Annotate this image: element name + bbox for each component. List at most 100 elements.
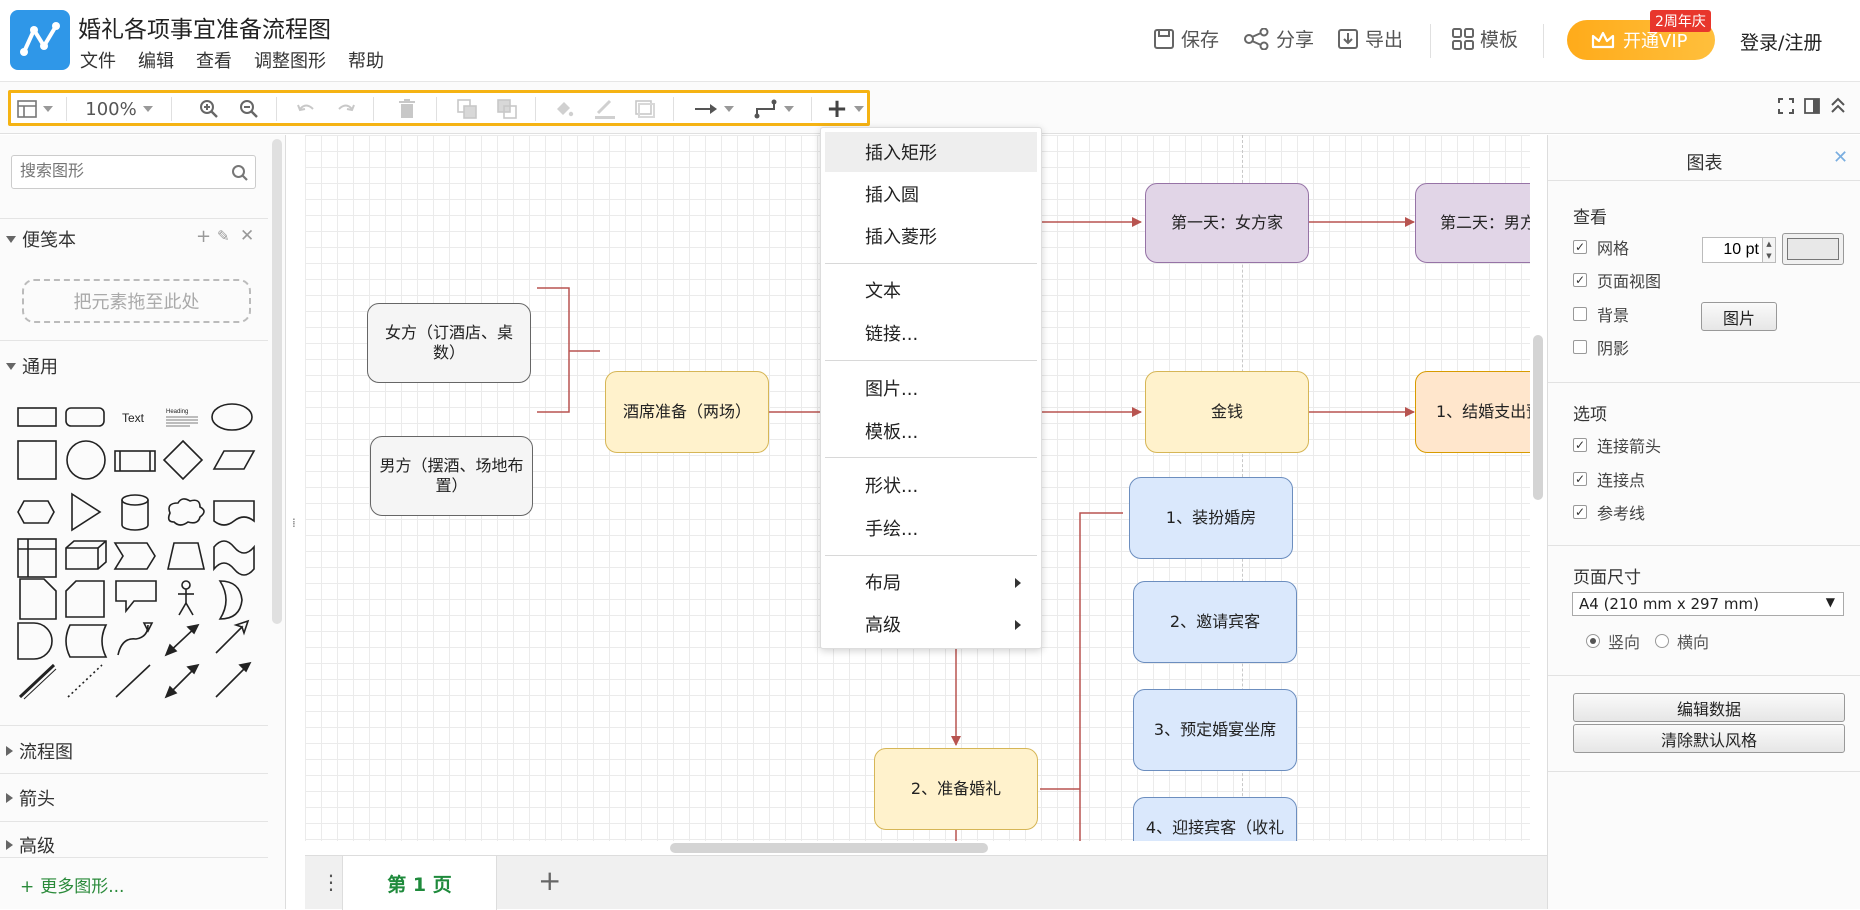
- template-button[interactable]: 模板: [1452, 25, 1518, 52]
- app-logo[interactable]: [10, 10, 70, 70]
- connection-style-button[interactable]: [689, 97, 739, 121]
- page-view-checkbox[interactable]: ✓ 页面视图: [1573, 268, 1661, 292]
- shadow-checkbox[interactable]: 阴影: [1573, 335, 1629, 359]
- node-bride-family-day[interactable]: 第一天：女方家: [1145, 183, 1309, 263]
- export-label: 导出: [1365, 29, 1404, 51]
- undo-button[interactable]: [294, 97, 318, 121]
- connect-arrows-checkbox[interactable]: ✓ 连接箭头: [1573, 433, 1661, 457]
- portrait-radio[interactable]: 竖向: [1586, 629, 1640, 653]
- grid-color-swatch[interactable]: [1782, 233, 1844, 265]
- node-banquet[interactable]: 酒席准备（两场）: [605, 371, 769, 453]
- node-invite[interactable]: 2、邀请宾客: [1133, 581, 1297, 663]
- left-panel-scrollbar[interactable]: [272, 139, 282, 624]
- close-icon[interactable]: ✕: [1833, 147, 1848, 168]
- node-groom-family-day[interactable]: 第二天：男方: [1415, 183, 1530, 263]
- add-icon[interactable]: +: [196, 226, 211, 247]
- line-color-button[interactable]: [593, 97, 617, 121]
- node-expense[interactable]: 1、结婚支出预: [1415, 371, 1530, 453]
- grid-size-stepper[interactable]: ▲ ▼: [1762, 237, 1776, 263]
- export-button[interactable]: 导出: [1337, 25, 1403, 52]
- node-money[interactable]: 金钱: [1145, 371, 1309, 453]
- panel-resize-handle[interactable]: ⁞: [292, 516, 296, 530]
- menu-view[interactable]: 查看: [196, 47, 232, 73]
- share-button[interactable]: 分享: [1244, 25, 1314, 52]
- node-prepare-wedding[interactable]: 2、准备婚礼: [874, 748, 1038, 830]
- menu-item-insert-circle[interactable]: 插入圆: [825, 174, 1037, 214]
- menu-file[interactable]: 文件: [80, 47, 116, 73]
- menu-arrange[interactable]: 调整图形: [254, 47, 326, 73]
- zoom-select[interactable]: 100%: [79, 97, 159, 121]
- tab-page-1[interactable]: 第 1 页: [342, 856, 497, 910]
- zoom-out-button[interactable]: [237, 97, 261, 121]
- grid-size-input[interactable]: [1702, 237, 1766, 263]
- to-front-button[interactable]: [455, 97, 479, 121]
- login-register-link[interactable]: 登录/注册: [1740, 28, 1822, 55]
- format-panel-toggle[interactable]: [1804, 98, 1820, 118]
- clear-default-style-button[interactable]: 清除默认风格: [1573, 724, 1845, 753]
- canvas-vertical-scrollbar[interactable]: [1533, 335, 1543, 500]
- menu-item-insert-diamond[interactable]: 插入菱形: [825, 216, 1037, 256]
- fullscreen-button[interactable]: [1778, 98, 1794, 118]
- connection-points-checkbox[interactable]: ✓ 连接点: [1573, 467, 1645, 491]
- search-icon[interactable]: [231, 164, 249, 182]
- section-arrows[interactable]: 箭头: [0, 786, 268, 810]
- scratchpad-drop-zone[interactable]: 把元素拖至此处: [22, 279, 251, 323]
- share-icon: [1244, 27, 1269, 50]
- edit-pencil-icon[interactable]: ✎: [217, 227, 230, 245]
- shadow-button[interactable]: [633, 97, 657, 121]
- section-flowchart[interactable]: 流程图: [0, 739, 268, 763]
- background-checkbox[interactable]: 背景: [1573, 302, 1629, 326]
- zoom-in-button[interactable]: [197, 97, 221, 121]
- grid-color-fill: [1787, 238, 1839, 260]
- grid-checkbox[interactable]: ✓ 网格: [1573, 235, 1629, 259]
- collapse-header-button[interactable]: [1830, 96, 1846, 118]
- page-size-select[interactable]: A4 (210 mm x 297 mm) ▼: [1572, 592, 1844, 616]
- menu-edit[interactable]: 编辑: [138, 47, 174, 73]
- menu-item-text[interactable]: 文本: [825, 270, 1037, 310]
- menu-item-shape[interactable]: 形状...: [825, 465, 1037, 505]
- shape-library-panel: 便笺本 + ✎ ✕ 把元素拖至此处 通用: [0, 135, 286, 909]
- landscape-radio[interactable]: 横向: [1655, 629, 1709, 653]
- menu-item-image[interactable]: 图片...: [825, 368, 1037, 408]
- node-bride-side[interactable]: 女方（订酒店、桌数）: [367, 303, 531, 383]
- edit-data-button[interactable]: 编辑数据: [1573, 693, 1845, 722]
- node-groom-side[interactable]: 男方（摆酒、场地布置）: [370, 436, 533, 516]
- menu-item-layout[interactable]: 布局: [825, 562, 1037, 602]
- section-label: 通用: [22, 357, 58, 378]
- waypoint-style-button[interactable]: [749, 97, 799, 121]
- save-button[interactable]: 保存: [1153, 25, 1219, 52]
- edge-sides-merge[interactable]: [537, 287, 570, 413]
- document-title[interactable]: 婚礼各项事宜准备流程图: [78, 10, 331, 44]
- guides-checkbox[interactable]: ✓ 参考线: [1573, 500, 1645, 524]
- menu-item-template[interactable]: 模板...: [825, 411, 1037, 451]
- header-divider: [1430, 24, 1431, 58]
- page-menu-icon[interactable]: ⋮: [321, 870, 341, 894]
- close-icon[interactable]: ✕: [240, 226, 254, 246]
- node-seating[interactable]: 3、预定婚宴坐席: [1133, 689, 1297, 771]
- double-chevron-up-icon: [1831, 97, 1845, 113]
- more-shapes-link[interactable]: + 更多图形...: [20, 872, 124, 897]
- menu-help[interactable]: 帮助: [348, 47, 384, 73]
- edge-tasks-bracket[interactable]: [1079, 512, 1123, 841]
- redo-button[interactable]: [334, 97, 358, 121]
- toolbar-divider: [436, 97, 437, 121]
- menu-item-link[interactable]: 链接...: [825, 313, 1037, 353]
- menu-item-insert-rectangle[interactable]: 插入矩形: [825, 132, 1037, 172]
- to-back-button[interactable]: [495, 97, 519, 121]
- fill-color-button[interactable]: [552, 97, 576, 121]
- delete-button[interactable]: [395, 97, 419, 121]
- elbow-connector-icon: [754, 99, 777, 119]
- add-page-icon[interactable]: +: [538, 864, 561, 897]
- background-image-button[interactable]: 图片: [1701, 302, 1777, 331]
- section-advanced[interactable]: 高级: [0, 833, 268, 857]
- insert-button[interactable]: +: [825, 94, 865, 124]
- toolbar-divider: [171, 97, 172, 121]
- node-welcome[interactable]: 4、迎接宾客（收礼: [1133, 797, 1297, 841]
- node-decorate[interactable]: 1、装扮婚房: [1129, 477, 1293, 559]
- section-general[interactable]: 通用: [0, 354, 268, 378]
- menu-item-advanced[interactable]: 高级: [825, 604, 1037, 644]
- shape-search-input[interactable]: [11, 155, 256, 189]
- canvas-horizontal-scrollbar[interactable]: [670, 843, 988, 853]
- menu-item-freehand[interactable]: 手绘...: [825, 508, 1037, 548]
- panel-layout-button[interactable]: [15, 97, 55, 121]
